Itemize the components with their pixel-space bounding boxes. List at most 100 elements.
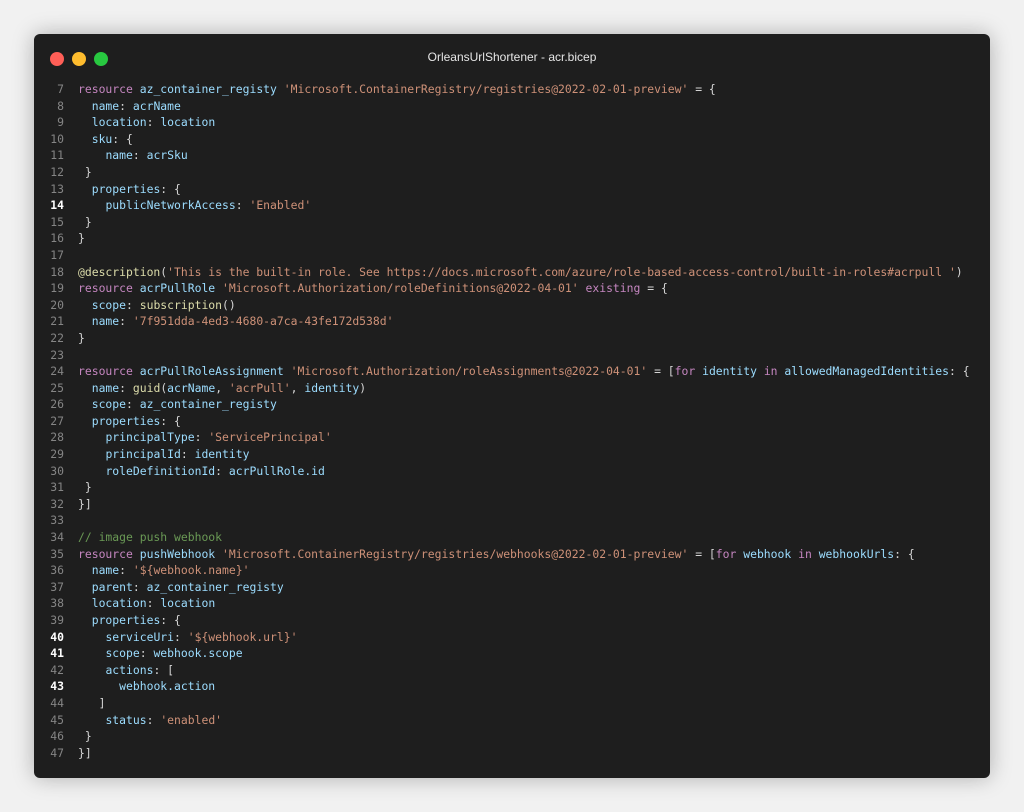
code-line[interactable]: 28 principalType: 'ServicePrincipal' [34,429,990,446]
code-line[interactable]: 24 resource acrPullRoleAssignment 'Micros… [34,363,990,380]
line-number: 25 [50,380,64,395]
code-line[interactable]: 38 location: location [34,595,990,612]
punctuation-token [133,547,140,561]
code-line[interactable]: 21 name: '7f951dda-4ed3-4680-a7ca-43fe17… [34,313,990,330]
editor-window: OrleansUrlShortener - acr.bicep 7 resourc… [34,34,990,778]
punctuation-token [78,464,105,478]
line-number: 47 [50,745,64,760]
code-line[interactable]: 20 scope: subscription() [34,297,990,314]
line-content: parent: az_container_registy [64,579,284,596]
line-content: scope: subscription() [64,297,236,314]
code-line[interactable]: 37 parent: az_container_registy [34,579,990,596]
code-line[interactable]: 42 actions: [ [34,662,990,679]
string-token: 'ServicePrincipal' [208,430,332,445]
code-line[interactable]: 10 sku: { [34,131,990,148]
code-line[interactable]: 29 principalId: identity [34,446,990,463]
code-line[interactable]: 40 serviceUri: '${webhook.url}' [34,629,990,646]
code-line[interactable]: 16} [34,230,990,247]
identifier-token: webhookUrls [818,546,895,561]
line-number: 10 [50,131,64,146]
line-number: 35 [50,546,64,561]
code-line[interactable]: 15 } [34,214,990,231]
line-content: ] [64,695,106,712]
identifier-token: scope [91,397,127,412]
code-line[interactable]: 39 properties: { [34,612,990,629]
code-line[interactable]: 25 name: guid(acrName, 'acrPull', identi… [34,380,990,397]
code-line[interactable]: 46 } [34,728,990,745]
code-line[interactable]: 8 name: acrName [34,98,990,115]
code-line[interactable]: 33 [34,512,990,529]
code-line[interactable]: 41 scope: webhook.scope [34,645,990,662]
code-line[interactable]: 30 roleDefinitionId: acrPullRole.id [34,463,990,480]
identifier-token: scope [105,646,140,661]
line-content: location: location [64,595,215,612]
identifier-token: name [91,314,120,329]
code-line[interactable]: 11 name: acrSku [34,147,990,164]
code-line[interactable]: 47}] [34,745,990,762]
code-line[interactable]: 9 location: location [34,114,990,131]
punctuation-token: }] [78,745,92,760]
code-line[interactable]: 12 } [34,164,990,181]
punctuation-token: : { [112,131,133,146]
code-line[interactable]: 17 [34,247,990,264]
punctuation-token: : [119,380,133,395]
punctuation-token: ) [359,380,367,395]
code-line[interactable]: 32}] [34,496,990,513]
punctuation-token: : [119,563,133,578]
line-content: resource pushWebhook 'Microsoft.Containe… [64,546,915,563]
punctuation-token [78,182,92,196]
code-line[interactable]: 44 ] [34,695,990,712]
line-content: resource acrPullRole 'Microsoft.Authoriz… [64,280,668,297]
code-line[interactable]: 13 properties: { [34,181,990,198]
line-content: properties: { [64,181,181,198]
code-line[interactable]: 22} [34,330,990,347]
punctuation-token: : { [160,181,181,196]
line-content: } [64,230,85,247]
code-line[interactable]: 43 webhook.action [34,678,990,695]
line-content: webhook.action [64,678,215,695]
identifier-token: az_container_registy [146,579,284,594]
punctuation-token: : { [160,613,181,627]
string-token: 'Microsoft.ContainerRegistry/registries@… [283,82,689,96]
code-editor[interactable]: 7 resource az_container_registy 'Microsof… [34,81,990,761]
punctuation-token: ] [78,695,106,710]
punctuation-token: : [194,430,209,445]
punctuation-token [215,281,222,295]
line-content: publicNetworkAccess: 'Enabled' [64,197,311,214]
line-number: 17 [50,247,64,262]
string-token: '7f951dda-4ed3-4680-a7ca-43fe172d538d' [132,314,394,329]
code-line[interactable]: 34 // image push webhook [34,529,990,546]
punctuation-token: = { [640,281,668,296]
identifier-token: sku [91,131,113,146]
code-line[interactable]: 36 name: '${webhook.name}' [34,562,990,579]
function-token: @description [78,264,161,279]
identifier-token: location [160,596,216,611]
identifier-token: location [91,115,147,130]
line-number: 8 [57,98,64,113]
punctuation-token [812,547,819,561]
line-content: } [64,214,92,231]
punctuation-token [78,99,92,113]
line-content: name: acrName [64,98,181,115]
punctuation-token [78,298,92,312]
code-line[interactable]: 23 [34,347,990,364]
line-number: 33 [50,513,64,528]
punctuation-token: : [174,629,188,644]
line-number: 30 [50,463,64,478]
identifier-token: acrName [167,380,216,395]
code-line[interactable]: 27 properties: { [34,413,990,430]
code-line[interactable]: 19 resource acrPullRole 'Microsoft.Author… [34,280,990,297]
line-content: } [64,728,92,745]
code-line[interactable]: 18 @description('This is the built-in rol… [34,264,990,281]
line-number: 19 [50,281,64,296]
punctuation-token [78,148,105,162]
code-line[interactable]: 31 } [34,479,990,496]
identifier-token: identity [304,380,360,395]
keyword-token: resource [78,281,133,296]
code-line[interactable]: 14 publicNetworkAccess: 'Enabled' [34,197,990,214]
code-line[interactable]: 7 resource az_container_registy 'Microsof… [34,81,990,98]
code-line[interactable]: 26 scope: az_container_registy [34,396,990,413]
punctuation-token: , [215,380,229,395]
code-line[interactable]: 45 status: 'enabled' [34,712,990,729]
code-line[interactable]: 35 resource pushWebhook 'Microsoft.Contai… [34,546,990,563]
